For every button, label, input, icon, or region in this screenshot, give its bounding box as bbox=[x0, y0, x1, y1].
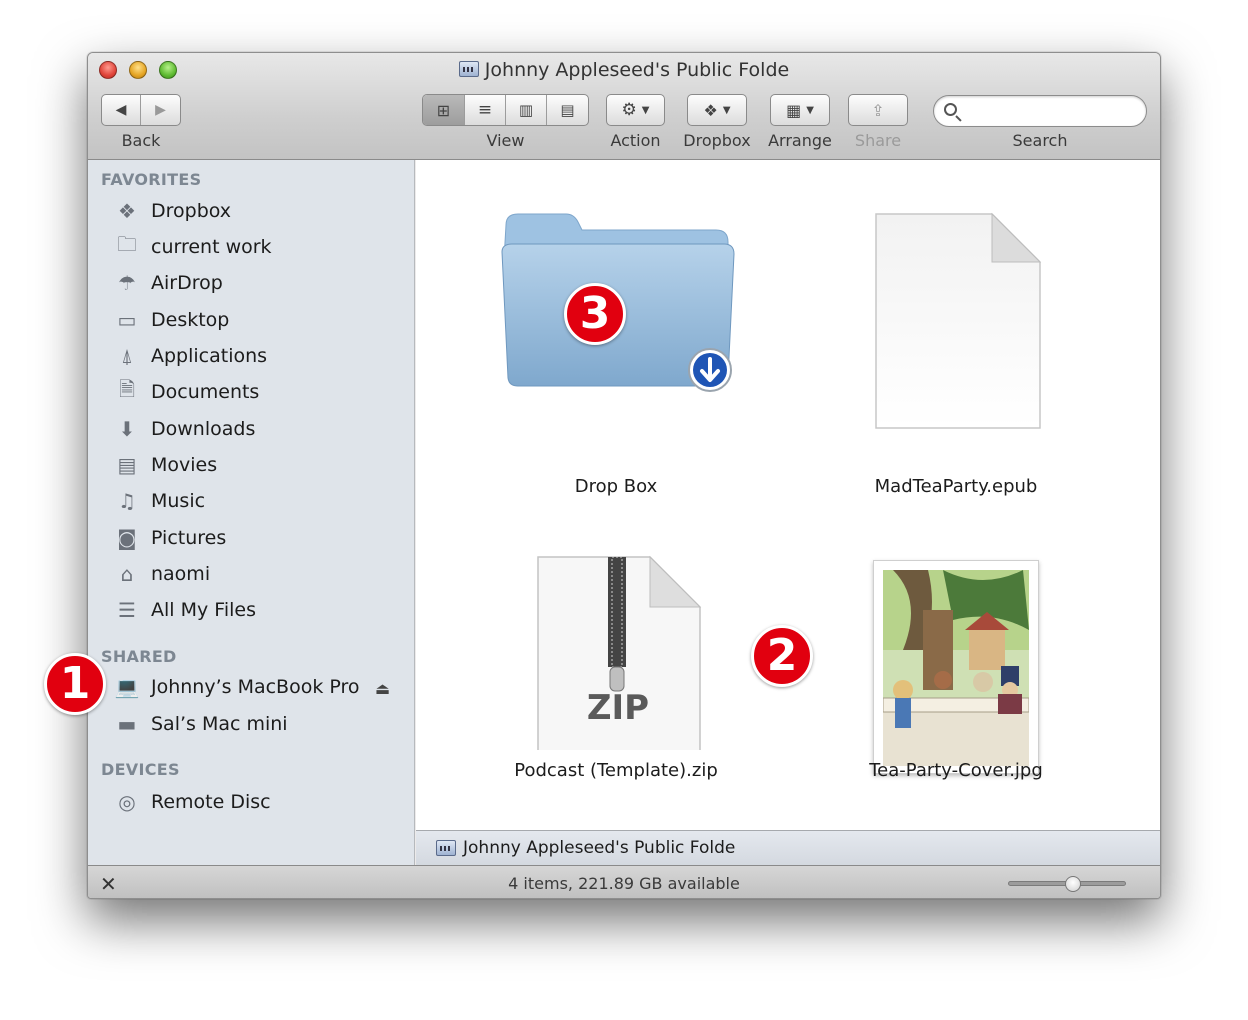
path-bar: Johnny Appleseed's Public Folde bbox=[416, 830, 1160, 865]
callout-badge-2: 2 bbox=[751, 625, 813, 687]
document-icon bbox=[875, 212, 1042, 429]
file-name: Drop Box bbox=[574, 476, 658, 497]
sidebar-item-dropbox[interactable]: ❖ Dropbox bbox=[113, 196, 231, 226]
sidebar-item-johnnys-macbook-pro[interactable]: 💻 Johnny’s MacBook Pro bbox=[113, 672, 360, 702]
path-item[interactable]: Johnny Appleseed's Public Folde bbox=[463, 838, 735, 858]
sidebar-item-music[interactable]: ♫ Music bbox=[113, 486, 205, 516]
sidebar-item-downloads[interactable]: ⬇ Downloads bbox=[113, 414, 256, 444]
sidebar-item-desktop[interactable]: ▭ Desktop bbox=[113, 305, 230, 335]
file-item-drop-box[interactable]: 3 Drop Box bbox=[466, 200, 766, 497]
shared-folder-icon bbox=[458, 61, 479, 77]
file-name: Tea-Party-Cover.jpg bbox=[869, 760, 1043, 781]
sidebar-item-documents[interactable]: 🗎 Documents bbox=[113, 377, 259, 407]
icon-view-button[interactable]: ⊞ bbox=[423, 95, 465, 125]
disc-icon: ◎ bbox=[118, 790, 136, 814]
grid-icon: ⊞ bbox=[436, 100, 451, 120]
dropbox-label: Dropbox bbox=[683, 131, 751, 150]
eject-icon[interactable]: ⏏ bbox=[375, 679, 390, 698]
movies-icon: ▤ bbox=[117, 453, 137, 477]
toolbar: Johnny Appleseed's Public Folde ◀ ▶ Back… bbox=[88, 53, 1160, 160]
icon-size-slider[interactable] bbox=[1008, 876, 1126, 892]
dropbox-icon: ❖ bbox=[703, 100, 718, 120]
sidebar: FAVORITES ❖ Dropbox 🗀 current work ☂ AirDro… bbox=[88, 160, 415, 865]
forward-button[interactable]: ▶ bbox=[141, 95, 180, 125]
list-view-button[interactable]: ≡ bbox=[465, 95, 506, 125]
downloads-icon: ⬇ bbox=[118, 417, 136, 441]
airdrop-icon: ☂ bbox=[118, 271, 136, 295]
folder-icon: 🗀 bbox=[117, 232, 137, 256]
shared-header: SHARED bbox=[101, 647, 177, 666]
sidebar-item-remote-disc[interactable]: ◎ Remote Disc bbox=[113, 787, 270, 817]
mac-mini-icon: ▬ bbox=[117, 712, 137, 736]
sidebar-item-movies[interactable]: ▤ Movies bbox=[113, 450, 218, 480]
file-name: Podcast (Template).zip bbox=[514, 760, 718, 781]
forward-arrow-icon: ▶ bbox=[155, 102, 166, 118]
search-icon bbox=[944, 103, 957, 116]
chevron-down-icon: ▼ bbox=[722, 104, 731, 116]
sidebar-item-airdrop[interactable]: ☂ AirDrop bbox=[113, 268, 223, 298]
share-label: Share bbox=[854, 131, 902, 150]
search-input[interactable] bbox=[966, 102, 1136, 122]
back-arrow-icon: ◀ bbox=[115, 102, 127, 118]
callout-badge-3: 3 bbox=[564, 283, 626, 345]
window-title: Johnny Appleseed's Public Folde bbox=[88, 59, 1160, 81]
columns-icon: ▥ bbox=[518, 101, 534, 119]
coverflow-icon: ▤ bbox=[560, 101, 575, 119]
image-thumbnail-icon bbox=[873, 560, 1039, 774]
zip-label: ZIP bbox=[586, 688, 650, 728]
search-field[interactable] bbox=[933, 95, 1147, 127]
pictures-icon: ◙ bbox=[117, 526, 137, 550]
chevron-down-icon: ▼ bbox=[806, 104, 814, 116]
list-icon: ≡ bbox=[477, 100, 493, 120]
sidebar-item-sals-mac-mini[interactable]: ▬ Sal’s Mac mini bbox=[113, 709, 288, 739]
status-bar: ✕ 4 items, 221.89 GB available bbox=[88, 865, 1160, 898]
laptop-icon: 💻 bbox=[114, 675, 140, 699]
music-icon: ♫ bbox=[118, 489, 136, 513]
desktop-icon: ▭ bbox=[117, 308, 137, 332]
action-button[interactable]: ⚙ ▼ bbox=[606, 94, 665, 126]
chevron-down-icon: ▼ bbox=[641, 104, 650, 116]
devices-header: DEVICES bbox=[101, 760, 180, 779]
finder-window: Johnny Appleseed's Public Folde ◀ ▶ Back… bbox=[87, 52, 1161, 899]
arrange-button[interactable]: ▦ ▼ bbox=[770, 94, 830, 126]
sidebar-item-pictures[interactable]: ◙ Pictures bbox=[113, 523, 226, 553]
sidebar-item-applications[interactable]: ⍋ Applications bbox=[113, 341, 267, 371]
favorites-header: FAVORITES bbox=[101, 170, 202, 189]
arrange-label: Arrange bbox=[768, 131, 832, 150]
view-control: ⊞ ≡ ▥ ▤ bbox=[422, 94, 589, 126]
callout-badge-1: 1 bbox=[44, 653, 106, 715]
all-files-icon: ☰ bbox=[118, 598, 136, 622]
applications-icon: ⍋ bbox=[121, 344, 133, 368]
home-icon: ⌂ bbox=[120, 562, 134, 586]
action-label: Action bbox=[610, 131, 661, 150]
file-grid: 3 Drop Box MadTeaParty.epub ZIP Podcast … bbox=[416, 160, 1160, 830]
back-forward-control: ◀ ▶ bbox=[101, 94, 181, 126]
view-label: View bbox=[486, 131, 525, 150]
file-item-tea-party-cover[interactable]: Tea-Party-Cover.jpg bbox=[806, 520, 1106, 790]
documents-icon: 🗎 bbox=[118, 377, 136, 401]
back-button[interactable]: ◀ bbox=[102, 95, 142, 125]
column-view-button[interactable]: ▥ bbox=[506, 95, 547, 125]
share-button[interactable]: ⇪ bbox=[848, 94, 908, 126]
sidebar-item-all-my-files[interactable]: ☰ All My Files bbox=[113, 595, 256, 625]
shared-folder-icon bbox=[436, 840, 456, 856]
file-item-madteaparty[interactable]: MadTeaParty.epub bbox=[806, 200, 1106, 497]
file-item-podcast-zip[interactable]: ZIP Podcast (Template).zip bbox=[466, 520, 766, 790]
sidebar-item-naomi[interactable]: ⌂ naomi bbox=[113, 559, 210, 589]
sidebar-item-current-work[interactable]: 🗀 current work bbox=[113, 232, 272, 262]
coverflow-view-button[interactable]: ▤ bbox=[547, 95, 588, 125]
back-label: Back bbox=[121, 131, 161, 150]
file-name: MadTeaParty.epub bbox=[874, 476, 1038, 497]
status-text: 4 items, 221.89 GB available bbox=[508, 874, 740, 893]
dropbox-icon: ❖ bbox=[118, 199, 136, 223]
dropbox-button[interactable]: ❖ ▼ bbox=[687, 94, 747, 126]
search-label: Search bbox=[1012, 131, 1068, 150]
share-icon: ⇪ bbox=[871, 100, 885, 120]
slider-knob[interactable] bbox=[1065, 876, 1082, 892]
gear-icon: ⚙ bbox=[621, 100, 637, 120]
arrange-grid-icon: ▦ bbox=[786, 100, 802, 120]
